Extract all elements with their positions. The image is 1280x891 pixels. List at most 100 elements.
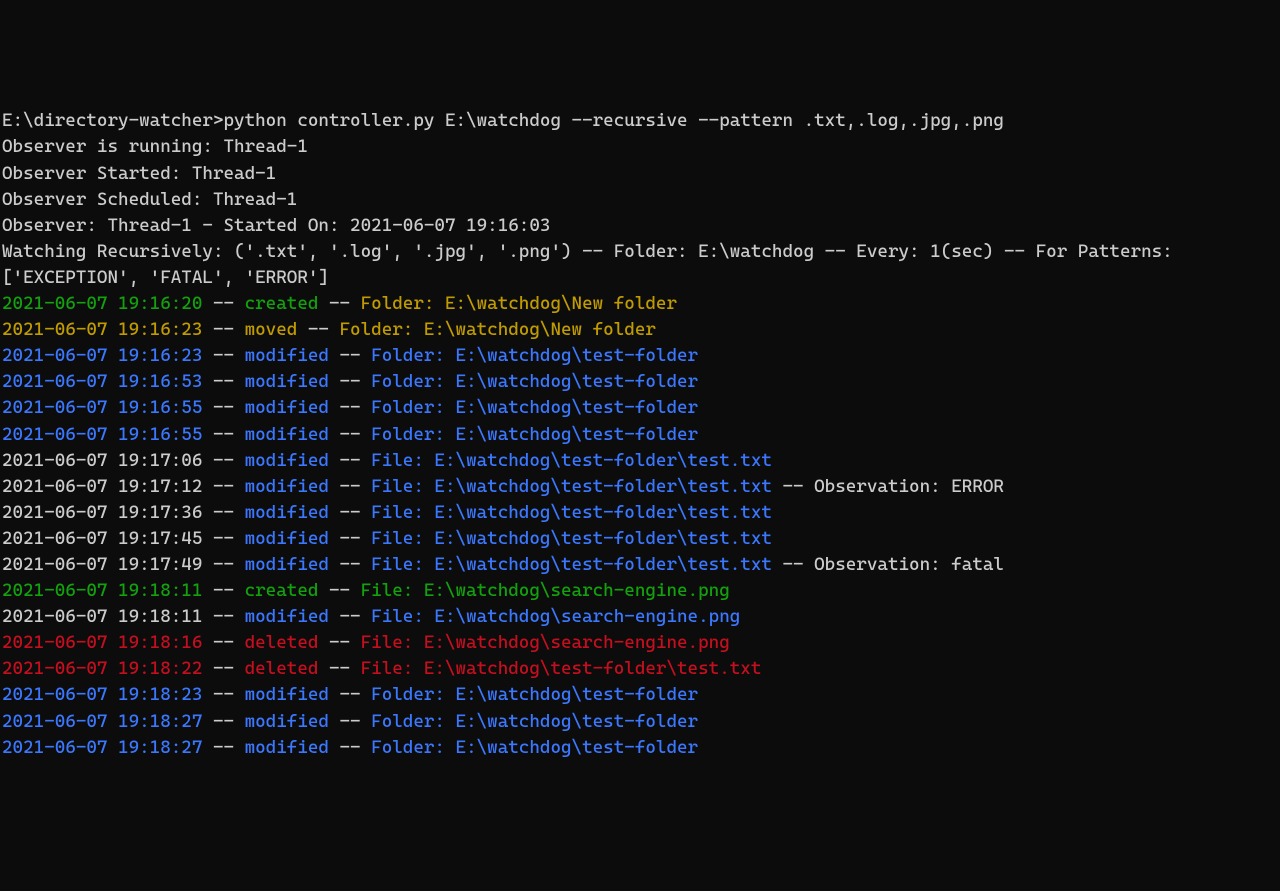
log-target: Folder: E:\watchdog\New folder — [361, 293, 677, 314]
log-target: File: E:\watchdog\search-engine.png — [371, 606, 740, 627]
log-line: 2021-06-07 19:18:22 -- deleted -- File: … — [2, 656, 1278, 682]
log-ts: 2021-06-07 19:18:16 — [2, 632, 202, 653]
log-line: 2021-06-07 19:16:55 -- modified -- Folde… — [2, 422, 1278, 448]
log-sep1: -- — [202, 397, 244, 418]
log-ts: 2021-06-07 19:16:20 — [2, 293, 202, 314]
log-ts: 2021-06-07 19:18:11 — [2, 606, 202, 627]
log-target: Folder: E:\watchdog\test-folder — [371, 371, 698, 392]
terminal-output[interactable]: E:\directory-watcher>python controller.p… — [2, 108, 1278, 760]
log-action: modified — [245, 424, 329, 445]
log-ts: 2021-06-07 19:17:45 — [2, 528, 202, 549]
log-action: modified — [245, 397, 329, 418]
log-target: Folder: E:\watchdog\New folder — [340, 319, 656, 340]
log-sep1: -- — [202, 528, 244, 549]
log-sep1: -- — [202, 606, 244, 627]
startup-line: Observer Scheduled: Thread-1 — [2, 187, 1278, 213]
log-sep1: -- — [202, 658, 244, 679]
log-line: 2021-06-07 19:16:23 -- moved -- Folder: … — [2, 317, 1278, 343]
log-line: 2021-06-07 19:18:11 -- modified -- File:… — [2, 604, 1278, 630]
log-ts: 2021-06-07 19:17:12 — [2, 476, 202, 497]
log-target: File: E:\watchdog\search-engine.png — [361, 580, 730, 601]
log-target: File: E:\watchdog\test-folder\test.txt — [371, 554, 772, 575]
event-log: 2021-06-07 19:16:20 -- created -- Folder… — [2, 291, 1278, 761]
startup-line: Watching Recursively: ('.txt', '.log', '… — [2, 239, 1278, 291]
log-action: moved — [245, 319, 298, 340]
log-line: 2021-06-07 19:18:27 -- modified -- Folde… — [2, 709, 1278, 735]
log-action: created — [245, 293, 319, 314]
log-line: 2021-06-07 19:18:11 -- created -- File: … — [2, 578, 1278, 604]
log-sep2: -- — [329, 711, 371, 732]
log-ts: 2021-06-07 19:16:53 — [2, 371, 202, 392]
log-sep2: -- — [329, 684, 371, 705]
log-sep1: -- — [202, 319, 244, 340]
log-sep1: -- — [202, 502, 244, 523]
log-sep2: -- — [318, 632, 360, 653]
log-target: Folder: E:\watchdog\test-folder — [371, 345, 698, 366]
log-sep2: -- — [329, 397, 371, 418]
log-action: modified — [245, 502, 329, 523]
log-sep2: -- — [329, 528, 371, 549]
log-target: File: E:\watchdog\search-engine.png — [361, 632, 730, 653]
startup-line: Observer: Thread-1 - Started On: 2021-06… — [2, 213, 1278, 239]
log-ts: 2021-06-07 19:17:06 — [2, 450, 202, 471]
startup-messages: Observer is running: Thread-1Observer St… — [2, 134, 1278, 291]
command-prompt-line: E:\directory-watcher>python controller.p… — [2, 108, 1278, 134]
log-sep1: -- — [202, 345, 244, 366]
log-ts: 2021-06-07 19:16:55 — [2, 424, 202, 445]
log-sep2: -- — [329, 502, 371, 523]
log-sep1: -- — [202, 554, 244, 575]
log-target: Folder: E:\watchdog\test-folder — [371, 737, 698, 758]
log-ts: 2021-06-07 19:18:23 — [2, 684, 202, 705]
log-extra: -- Observation: ERROR — [772, 476, 1004, 497]
log-ts: 2021-06-07 19:18:27 — [2, 711, 202, 732]
log-action: modified — [245, 450, 329, 471]
log-line: 2021-06-07 19:18:16 -- deleted -- File: … — [2, 630, 1278, 656]
log-sep2: -- — [318, 293, 360, 314]
log-target: File: E:\watchdog\test-folder\test.txt — [361, 658, 762, 679]
log-line: 2021-06-07 19:16:23 -- modified -- Folde… — [2, 343, 1278, 369]
log-action: modified — [245, 684, 329, 705]
log-sep1: -- — [202, 293, 244, 314]
log-sep1: -- — [202, 632, 244, 653]
log-sep1: -- — [202, 737, 244, 758]
log-target: Folder: E:\watchdog\test-folder — [371, 684, 698, 705]
log-sep2: -- — [329, 554, 371, 575]
log-sep2: -- — [329, 737, 371, 758]
log-sep1: -- — [202, 711, 244, 732]
startup-line: Observer is running: Thread-1 — [2, 134, 1278, 160]
log-action: modified — [245, 737, 329, 758]
log-sep2: -- — [329, 606, 371, 627]
log-line: 2021-06-07 19:16:53 -- modified -- Folde… — [2, 369, 1278, 395]
log-sep2: -- — [297, 319, 339, 340]
log-ts: 2021-06-07 19:17:36 — [2, 502, 202, 523]
log-sep2: -- — [318, 580, 360, 601]
log-action: created — [245, 580, 319, 601]
log-ts: 2021-06-07 19:18:27 — [2, 737, 202, 758]
log-sep2: -- — [318, 658, 360, 679]
log-action: modified — [245, 528, 329, 549]
log-sep2: -- — [329, 476, 371, 497]
log-action: modified — [245, 371, 329, 392]
log-line: 2021-06-07 19:16:20 -- created -- Folder… — [2, 291, 1278, 317]
log-sep1: -- — [202, 476, 244, 497]
log-action: deleted — [245, 658, 319, 679]
log-target: File: E:\watchdog\test-folder\test.txt — [371, 502, 772, 523]
log-sep2: -- — [329, 424, 371, 445]
log-action: modified — [245, 606, 329, 627]
log-line: 2021-06-07 19:18:27 -- modified -- Folde… — [2, 735, 1278, 761]
log-sep1: -- — [202, 684, 244, 705]
startup-line: Observer Started: Thread-1 — [2, 161, 1278, 187]
log-target: File: E:\watchdog\test-folder\test.txt — [371, 528, 772, 549]
log-action: modified — [245, 345, 329, 366]
log-line: 2021-06-07 19:17:45 -- modified -- File:… — [2, 526, 1278, 552]
log-ts: 2021-06-07 19:16:55 — [2, 397, 202, 418]
log-target: Folder: E:\watchdog\test-folder — [371, 397, 698, 418]
log-ts: 2021-06-07 19:16:23 — [2, 319, 202, 340]
log-target: File: E:\watchdog\test-folder\test.txt — [371, 476, 772, 497]
log-ts: 2021-06-07 19:17:49 — [2, 554, 202, 575]
log-action: modified — [245, 554, 329, 575]
log-line: 2021-06-07 19:17:12 -- modified -- File:… — [2, 474, 1278, 500]
log-sep1: -- — [202, 371, 244, 392]
log-sep2: -- — [329, 371, 371, 392]
log-action: deleted — [245, 632, 319, 653]
